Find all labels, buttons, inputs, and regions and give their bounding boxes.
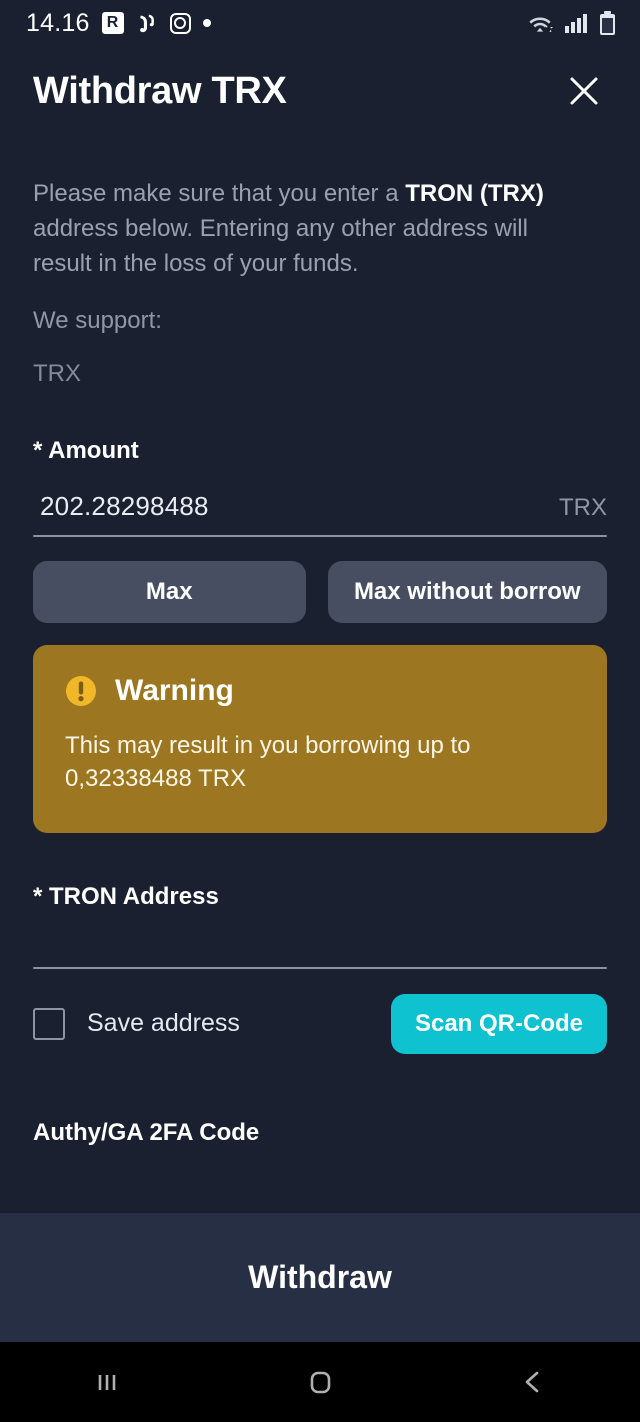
amount-label: * Amount <box>33 436 139 464</box>
amount-unit-label: TRX <box>559 493 607 521</box>
home-icon <box>310 1371 331 1394</box>
wifi-icon <box>529 17 553 32</box>
save-address-row: Save address Scan QR-Code <box>0 993 640 1054</box>
bird-icon <box>139 14 154 33</box>
amount-input-underline <box>33 534 607 537</box>
intro-network-emphasis: TRON (TRX) <box>405 180 544 207</box>
save-address-checkbox[interactable] <box>33 1007 65 1040</box>
form-content: Please make sure that you enter a TRON (… <box>0 136 640 1231</box>
amount-input-row: TRX <box>0 490 640 535</box>
address-label: * TRON Address <box>33 882 219 910</box>
save-address-label: Save address <box>87 1009 240 1038</box>
withdraw-button[interactable]: Withdraw <box>0 1213 640 1342</box>
close-button[interactable] <box>562 69 606 113</box>
intro-text-part2: address below. Entering any other addres… <box>33 215 528 277</box>
twofa-label: Authy/GA 2FA Code <box>33 1118 260 1146</box>
intro-paragraph: Please make sure that you enter a TRON (… <box>0 136 620 281</box>
amount-input[interactable] <box>33 490 559 522</box>
dot-icon <box>202 19 211 27</box>
status-time: 14.16 <box>26 8 90 37</box>
nav-back-button[interactable] <box>427 1342 640 1422</box>
warning-banner: Warning This may result in you borrowing… <box>33 644 607 833</box>
recents-icon <box>98 1375 115 1390</box>
scan-qr-code-button[interactable]: Scan QR-Code <box>390 993 607 1054</box>
max-without-borrow-button[interactable]: Max without borrow <box>327 560 607 623</box>
address-input[interactable] <box>33 908 607 967</box>
address-input-underline <box>33 966 607 969</box>
intro-text-part1: Please make sure that you enter a <box>33 180 406 207</box>
r-badge-icon: R <box>101 12 124 34</box>
nav-recents-button[interactable] <box>0 1342 213 1422</box>
support-label: We support: <box>33 307 162 334</box>
instagram-icon <box>169 12 191 34</box>
withdraw-screen: 14.16 R Withdraw TRX Please make sure th… <box>0 0 640 1422</box>
battery-icon <box>600 10 615 35</box>
warning-header: Warning <box>65 675 575 707</box>
page-title: Withdraw TRX <box>33 70 287 112</box>
save-address-control[interactable]: Save address <box>33 1007 240 1040</box>
warning-message: This may result in you borrowing up to 0… <box>65 731 471 792</box>
status-bar: 14.16 R <box>0 0 640 46</box>
status-bar-left: 14.16 R <box>26 8 211 37</box>
max-button[interactable]: Max <box>33 560 306 623</box>
warning-title: Warning <box>115 673 234 707</box>
warning-icon <box>66 675 96 706</box>
status-bar-right <box>527 10 616 36</box>
android-navigation-bar <box>0 1342 640 1422</box>
close-icon <box>570 77 598 105</box>
nav-home-button[interactable] <box>213 1342 426 1422</box>
back-icon <box>526 1371 539 1393</box>
page-header: Withdraw TRX <box>0 46 640 136</box>
max-buttons-row: Max Max without borrow <box>0 560 640 623</box>
support-item-trx: TRX <box>33 359 81 387</box>
cellular-signal-icon <box>565 14 587 33</box>
twofa-input[interactable] <box>33 1144 607 1203</box>
